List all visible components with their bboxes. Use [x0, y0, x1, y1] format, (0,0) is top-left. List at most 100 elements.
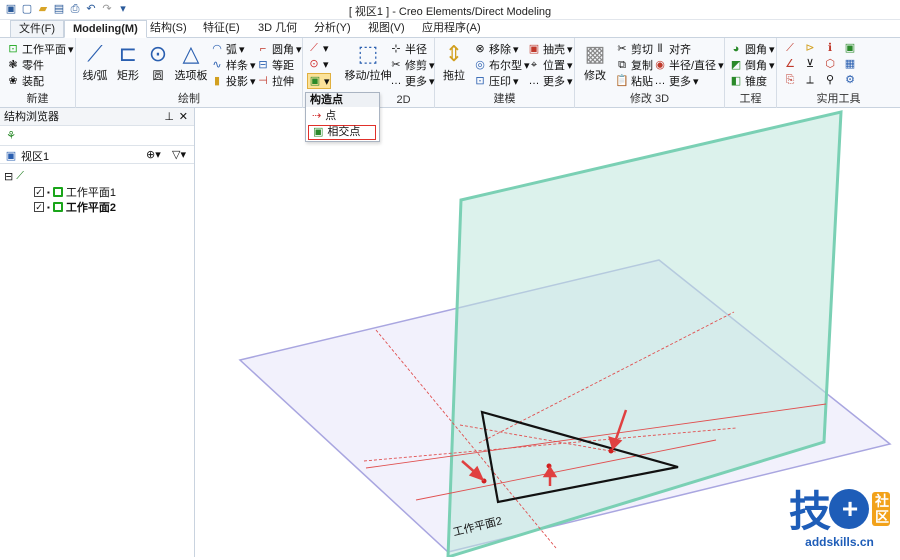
round-button[interactable]: ◕ 圆角 ▾ — [729, 41, 775, 57]
boolean-button[interactable]: ◎ 布尔型 ▾ — [473, 57, 529, 73]
menu-item-point[interactable]: ⇢ 点 — [308, 109, 376, 124]
move-extrude-button[interactable]: ⬚ 移动/拉伸 — [343, 41, 393, 83]
visibility-checkbox[interactable]: ✓ — [34, 202, 44, 212]
workplane2-surface[interactable] — [446, 110, 843, 560]
shell-button[interactable]: ▣ 抽壳 ▾ — [527, 41, 573, 57]
radius-button[interactable]: ⊹ 半径 — [389, 41, 427, 57]
align-button[interactable]: ⫴ 对齐 — [653, 41, 691, 57]
tree-icon[interactable]: ⚘ — [4, 129, 18, 143]
frame-icon[interactable]: ▣ — [843, 41, 857, 55]
tab-modeling[interactable]: Modeling(M) — [64, 20, 147, 38]
construct-point-button[interactable]: ▣ ▾ — [307, 73, 331, 89]
tree-item-workplane2[interactable]: ✓ ▪ 工作平面2 — [34, 199, 116, 215]
more-model-button[interactable]: … 更多 ▾ — [527, 73, 573, 89]
radius-diameter-button[interactable]: ◉ 半径/直径 ▾ — [653, 57, 723, 73]
offset-icon: ⊟ — [258, 59, 268, 71]
chamfer-icon: ◩ — [730, 59, 742, 71]
round-icon: ◕ — [732, 43, 740, 55]
part-icon: ❃ — [8, 59, 18, 71]
tab-structure[interactable]: 结构(S) — [142, 20, 195, 38]
arc-button[interactable]: ◠ 弧 ▾ — [210, 41, 244, 57]
position-button[interactable]: ⌖ 位置 ▾ — [527, 57, 573, 73]
point-icon: ⇢ — [312, 110, 322, 122]
label-icon[interactable]: ℹ — [823, 41, 837, 55]
tab-applications[interactable]: 应用程序(A) — [414, 20, 489, 38]
radius-icon: ⊹ — [391, 43, 401, 55]
filter-icon[interactable]: ▽▾ — [172, 148, 186, 161]
taper-button[interactable]: ◧ 锥度 — [729, 73, 767, 89]
tab-analysis[interactable]: 分析(Y) — [306, 20, 359, 38]
vertex-icon[interactable]: ⬡ — [823, 57, 837, 71]
more-dots-icon: … — [654, 75, 666, 87]
plus-icon: + — [829, 488, 869, 529]
tree-root[interactable]: ⊟ ⟋ — [4, 170, 24, 183]
book-icon[interactable]: ⎘ — [783, 73, 797, 87]
intersection-point-icon: ▣ — [313, 126, 324, 138]
copy-button[interactable]: ⧉ 复制 — [615, 57, 653, 73]
close-icon[interactable]: ✕ — [179, 108, 188, 126]
table-icon[interactable]: ▦ — [843, 57, 857, 71]
cut-button[interactable]: ✂ 剪切 — [615, 41, 653, 57]
tab-file[interactable]: 文件(F) — [10, 20, 65, 38]
title-bar: ▣ ▢ ▰ ▤ ⎙ ↶ ↷ ▾ [ 视区1 ] - Creo Elements/… — [0, 0, 900, 20]
part-button[interactable]: ❃ 零件 — [6, 57, 44, 73]
group-label-engineering: 工程 — [739, 93, 762, 105]
workplane-button[interactable]: ⊡ 工作平面 ▾ — [6, 41, 73, 57]
rectangle-button[interactable]: ⊏ 矩形 — [114, 41, 142, 83]
rectangle-icon: ⊏ — [118, 41, 138, 66]
chamfer-button[interactable]: ◩ 倒角 ▾ — [729, 57, 775, 73]
tab-view[interactable]: 视图(V) — [360, 20, 413, 38]
menu-item-intersection-point[interactable]: ▣ 相交点 — [308, 125, 376, 140]
more-modify-button[interactable]: … 更多 ▾ — [653, 73, 699, 89]
tree-item-workplane1[interactable]: ✓ ▪ 工作平面1 — [34, 184, 116, 200]
3d-viewport[interactable]: 工作平面2 技 + 社区 addskills.cn — [196, 108, 900, 560]
tab-feature[interactable]: 特征(E) — [195, 20, 248, 38]
workplane-icon: ▪ — [47, 187, 50, 197]
tab-3d-geometry[interactable]: 3D 几何 — [250, 20, 305, 38]
fillet-button[interactable]: ⌐ 圆角 ▾ — [256, 41, 302, 57]
pin-icon[interactable]: ⊥ — [164, 108, 174, 126]
logo-mark: 技 + 社区 — [789, 478, 890, 539]
measure-icon[interactable]: ⟋ — [783, 41, 797, 55]
fillet-icon: ⌐ — [259, 43, 267, 55]
ribbon-tabs: 文件(F) Modeling(M) 结构(S) 特征(E) 3D 几何 分析(Y… — [0, 20, 900, 38]
spline-button[interactable]: ∿ 样条 ▾ — [210, 57, 255, 73]
trim-button[interactable]: ✂ 修剪 ▾ — [389, 57, 434, 73]
construct-line-button[interactable]: ⟋ ▾ — [307, 41, 328, 55]
copy-icon: ⧉ — [618, 59, 626, 71]
construct-circle-button[interactable]: ⊙ ▾ — [307, 57, 328, 71]
group-label-utilities: 实用工具 — [816, 93, 861, 105]
visibility-checkbox[interactable]: ✓ — [34, 187, 44, 197]
imprint-button[interactable]: ⊡ 压印 ▾ — [473, 73, 518, 89]
remove-icon: ⊗ — [475, 43, 485, 55]
palette-button[interactable]: △ 选项板 — [174, 41, 208, 83]
modify-cube-icon: ▩ — [584, 41, 606, 66]
relation-icon[interactable]: ⚲ — [823, 73, 837, 87]
paste-button[interactable]: 📋 粘贴 — [615, 73, 653, 89]
project-button[interactable]: ▮ 投影 ▾ — [210, 73, 256, 89]
trim-icon: ✂ — [391, 59, 401, 71]
binoculars-icon[interactable]: ⊕▾ — [146, 148, 161, 161]
extend-button[interactable]: ⊣ 拉伸 — [256, 73, 294, 89]
group-utilities: ⟋ ⊳ ℹ ▣ ∠ ⊻ ⬡ ▦ ⎘ ⟂ ⚲ ⚙ 实用工具 — [777, 38, 900, 108]
construct-line-icon: ⟋ — [310, 42, 318, 54]
axis-icon[interactable]: ⟂ — [803, 73, 817, 87]
collapse-icon[interactable]: ⊟ — [4, 170, 13, 183]
offset-button[interactable]: ⊟ 等距 — [256, 57, 294, 73]
line-arc-button[interactable]: ⟋ 线/弧 — [78, 41, 112, 83]
gear-icon[interactable]: ⚙ — [843, 73, 857, 87]
mirror-icon[interactable]: ⊻ — [803, 57, 817, 71]
more-2d-button[interactable]: … 更多 ▾ — [389, 73, 435, 89]
taper-icon: ◧ — [730, 75, 742, 87]
circle-button[interactable]: ⊙ 圆 — [144, 41, 172, 83]
scissors-icon: ✂ — [617, 43, 627, 55]
modify-button[interactable]: ▩ 修改 — [577, 41, 613, 83]
boolean-icon: ◎ — [475, 59, 485, 71]
pull-button[interactable]: ⇕ 拖拉 — [437, 41, 471, 83]
group-modify3d: ▩ 修改 ✂ 剪切 ⧉ 复制 📋 粘贴 ⫴ 对齐 ◉ 半径/直径 ▾ … 更多 ▾ 修改 3D — [575, 38, 725, 108]
viewport-selector[interactable]: ▣ 视区1 — [4, 148, 49, 164]
angle-icon[interactable]: ∠ — [783, 57, 797, 71]
assembly-button[interactable]: ❀ 装配 — [6, 73, 44, 89]
select-icon[interactable]: ⊳ — [803, 41, 817, 55]
remove-button[interactable]: ⊗ 移除 ▾ — [473, 41, 518, 57]
